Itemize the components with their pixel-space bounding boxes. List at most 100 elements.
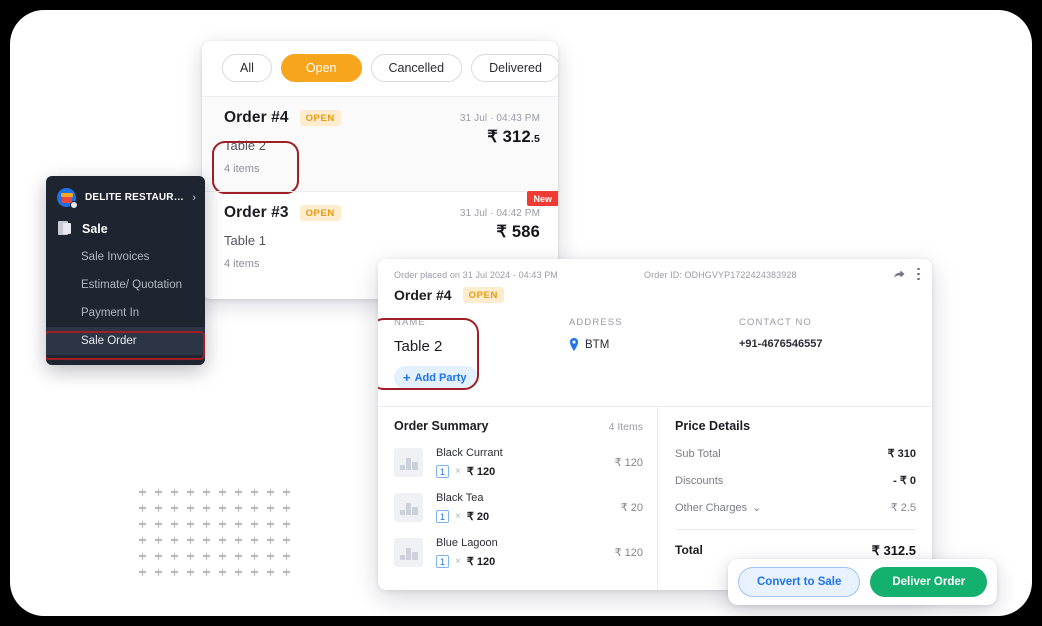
- order-summary-section: Order Summary 4 Items Black Currant 1 × …: [378, 407, 658, 590]
- order-filter-tabs: All Open Cancelled Delivered: [202, 41, 558, 97]
- share-icon[interactable]: [892, 267, 906, 281]
- chevron-down-icon: ⌄: [752, 502, 762, 514]
- total-value: ₹ 312.5: [871, 543, 916, 558]
- order-items-count: 4 items: [224, 163, 260, 175]
- filter-tab-delivered[interactable]: Delivered: [471, 54, 558, 82]
- other-charges-label: Other Charges ⌄: [675, 501, 762, 515]
- order-title: Order #3: [224, 204, 289, 221]
- subtotal-label: Sub Total: [675, 447, 721, 460]
- sidebar-section-sale[interactable]: Sale: [46, 216, 205, 243]
- document-icon: [58, 221, 71, 236]
- contact-label: CONTACT NO: [739, 317, 812, 328]
- item-quantity[interactable]: 1: [436, 510, 449, 523]
- sidebar: DELITE RESTAUR… › Sale Sale Invoices Est…: [46, 176, 205, 365]
- chevron-right-icon: ›: [192, 191, 196, 204]
- price-row-subtotal: Sub Total ₹ 310: [675, 447, 916, 461]
- add-party-button[interactable]: + Add Party: [394, 366, 478, 389]
- price-row-discounts: Discounts - ₹ 0: [675, 474, 916, 488]
- discounts-value: - ₹ 0: [893, 475, 916, 487]
- detail-header: Order placed on 31 Jul 2024 - 04:43 PM O…: [378, 259, 932, 303]
- item-details: Blue Lagoon 1 × ₹ 120: [436, 537, 615, 568]
- order-timestamp: 31 Jul · 04:42 PM: [459, 207, 540, 219]
- list-item: Black Tea 1 × ₹ 20 ₹ 20: [394, 492, 643, 523]
- order-title: Order #4: [224, 109, 289, 126]
- item-name: Blue Lagoon: [436, 537, 498, 549]
- more-options-icon[interactable]: [917, 267, 920, 281]
- summary-title: Order Summary: [394, 419, 489, 433]
- filter-tab-open[interactable]: Open: [280, 54, 362, 82]
- meta-address-column: ADDRESS BTM: [569, 317, 739, 389]
- order-header: Order #3 OPEN 31 Jul · 04:42 PM: [224, 204, 540, 222]
- list-item: Blue Lagoon 1 × ₹ 120 ₹ 120: [394, 537, 643, 568]
- product-thumbnail-icon: [394, 448, 423, 477]
- app-canvas: All Open Cancelled Delivered Order #4 OP…: [10, 10, 1032, 616]
- item-details: Black Tea 1 × ₹ 20: [436, 492, 621, 523]
- sidebar-section-label: Sale: [82, 221, 108, 236]
- multiply-icon: ×: [455, 556, 461, 567]
- item-quantity[interactable]: 1: [436, 465, 449, 478]
- sidebar-item-payment-in[interactable]: Payment In: [46, 299, 205, 327]
- customer-name-value: Table 2: [394, 338, 443, 355]
- restaurant-logo-icon: [57, 188, 78, 209]
- item-line-total: ₹ 20: [620, 502, 643, 514]
- multiply-icon: ×: [455, 466, 461, 477]
- gear-icon: [70, 201, 78, 209]
- summary-item-count: 4 Items: [608, 421, 643, 433]
- detail-header-actions: [892, 267, 920, 281]
- item-calc: 1 × ₹ 20: [436, 510, 621, 523]
- dot-grid-decoration: [138, 488, 298, 584]
- address-value-row: BTM: [569, 338, 739, 351]
- list-item: Black Currant 1 × ₹ 120 ₹ 120: [394, 447, 643, 478]
- price-details-title: Price Details: [675, 419, 751, 433]
- meta-contact-column: CONTACT NO +91-4676546557: [739, 317, 823, 389]
- address-value: BTM: [585, 338, 610, 351]
- action-bar: Convert to Sale Deliver Order: [728, 559, 998, 605]
- filter-tab-cancelled[interactable]: Cancelled: [370, 54, 463, 82]
- convert-to-sale-button[interactable]: Convert to Sale: [738, 567, 861, 597]
- detail-title-row: Order #4 OPEN: [394, 287, 916, 303]
- address-label: ADDRESS: [569, 317, 623, 328]
- order-header: Order #4 OPEN 31 Jul · 04:43 PM: [224, 109, 540, 127]
- order-amount-decimal: .5: [530, 133, 540, 145]
- summary-header: Order Summary 4 Items: [394, 419, 643, 433]
- order-amount: ₹ 586: [496, 222, 540, 242]
- price-divider: [675, 529, 916, 530]
- price-row-other-charges[interactable]: Other Charges ⌄ ₹ 2.5: [675, 501, 916, 515]
- total-label: Total: [675, 543, 703, 557]
- status-badge: OPEN: [299, 205, 341, 221]
- sidebar-item-estimate-quotation[interactable]: Estimate/ Quotation: [46, 271, 205, 299]
- order-list-item[interactable]: Order #4 OPEN 31 Jul · 04:43 PM Table 2 …: [202, 97, 558, 194]
- item-unit-price: ₹ 120: [466, 466, 496, 478]
- product-thumbnail-icon: [394, 493, 423, 522]
- add-party-label: Add Party: [414, 371, 467, 384]
- sidebar-item-sale-order[interactable]: Sale Order: [46, 327, 205, 355]
- discounts-label: Discounts: [675, 474, 724, 487]
- order-timestamp: 31 Jul · 04:43 PM: [459, 112, 540, 124]
- item-calc: 1 × ₹ 120: [436, 465, 615, 478]
- deliver-order-button[interactable]: Deliver Order: [870, 567, 988, 597]
- status-badge: OPEN: [299, 110, 341, 126]
- plus-icon: +: [403, 370, 411, 385]
- item-line-total: ₹ 120: [614, 547, 643, 559]
- location-pin-icon: [569, 338, 579, 351]
- item-calc: 1 × ₹ 120: [436, 555, 615, 568]
- detail-status-badge: OPEN: [462, 287, 504, 303]
- order-detail-panel: Order placed on 31 Jul 2024 - 04:43 PM O…: [378, 259, 932, 590]
- order-amount: ₹ 312.5: [487, 127, 540, 147]
- product-thumbnail-icon: [394, 538, 423, 567]
- filter-tab-all[interactable]: All: [222, 54, 272, 82]
- subtotal-value: ₹ 310: [887, 448, 916, 460]
- order-amount-main: ₹ 586: [496, 223, 540, 241]
- sidebar-item-sale-invoices[interactable]: Sale Invoices: [46, 243, 205, 271]
- sidebar-brand-row[interactable]: DELITE RESTAUR… ›: [46, 180, 205, 216]
- other-charges-value: ₹ 2.5: [890, 502, 916, 514]
- price-row-total: Total ₹ 312.5: [675, 543, 916, 559]
- multiply-icon: ×: [455, 511, 461, 522]
- item-quantity[interactable]: 1: [436, 555, 449, 568]
- detail-order-title: Order #4: [394, 287, 452, 303]
- item-unit-price: ₹ 20: [466, 511, 490, 523]
- sidebar-brand-label: DELITE RESTAUR…: [85, 192, 184, 203]
- order-amount-main: ₹ 312: [487, 128, 531, 146]
- other-charges-text: Other Charges: [675, 501, 748, 514]
- detail-meta-row: NAME Table 2 + Add Party ADDRESS BTM CON…: [378, 303, 932, 390]
